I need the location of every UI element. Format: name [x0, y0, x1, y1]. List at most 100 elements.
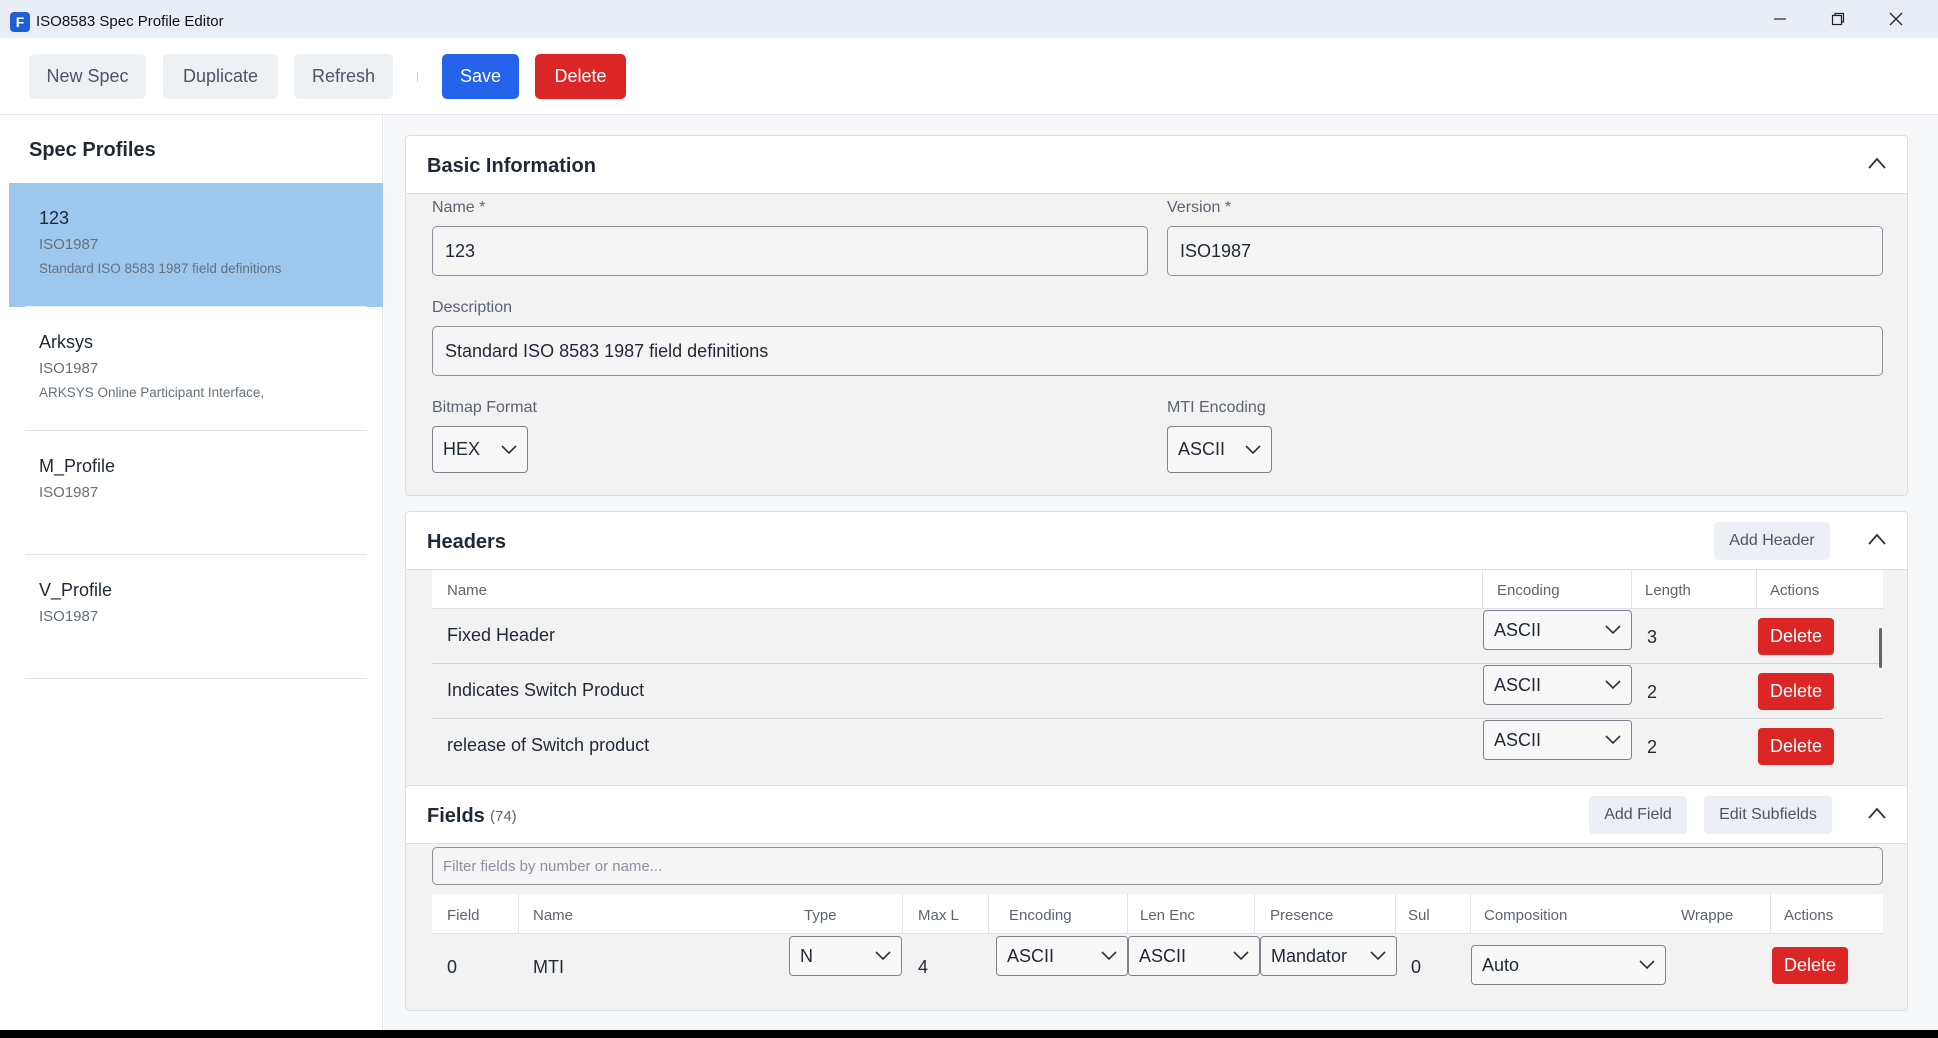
panel-title: Headers — [427, 531, 506, 553]
main-content: Basic Information Name * 123 Version * I… — [384, 115, 1938, 1030]
column-header: Wrappe — [1681, 907, 1734, 924]
column-divider — [1756, 570, 1757, 609]
name-label: Name * — [432, 199, 486, 216]
column-divider — [902, 894, 903, 934]
close-button[interactable] — [1868, 0, 1924, 38]
composition-value: Auto — [1482, 954, 1520, 975]
column-header: Name — [533, 907, 574, 924]
profile-description: Standard ISO 8583 1987 field definitions — [39, 261, 282, 276]
edit-subfields-button[interactable]: Edit Subfields — [1704, 796, 1832, 834]
presence-value: Mandator — [1271, 945, 1348, 966]
mti-encoding-select[interactable]: ASCII — [1167, 426, 1272, 473]
chevron-up-icon[interactable] — [1867, 806, 1887, 820]
table-row[interactable]: release of Switch product ASCII 2 Delete — [432, 719, 1883, 774]
composition-select[interactable]: Auto — [1471, 945, 1666, 985]
encoding-value: ASCII — [1494, 674, 1542, 695]
column-header: Field — [447, 907, 480, 924]
toolbar: New Spec Duplicate Refresh Save Delete — [0, 38, 1938, 115]
name-field[interactable]: 123 — [432, 226, 1148, 276]
type-value: N — [800, 945, 813, 966]
mti-encoding-value: ASCII — [1178, 439, 1226, 459]
headers-scrollbar[interactable] — [1879, 628, 1882, 668]
fields-table-header: Field Name Type Max L Encoding Len Enc P… — [432, 894, 1883, 934]
panel-title: Basic Information — [427, 155, 596, 177]
encoding-select[interactable]: ASCII — [1483, 665, 1632, 705]
panel-header[interactable]: Basic Information — [406, 136, 1907, 194]
length-encoding-select[interactable]: ASCII — [1128, 936, 1260, 976]
column-header: Len Enc — [1140, 907, 1196, 924]
minimize-button[interactable] — [1752, 0, 1808, 38]
table-row[interactable]: 0 MTI N 4 ASCII ASCII Mandator 0 Auto De… — [432, 934, 1883, 1004]
panel-header[interactable]: Headers Add Header — [406, 512, 1907, 570]
chevron-up-icon[interactable] — [1867, 156, 1887, 170]
column-header: Length — [1645, 582, 1691, 599]
delete-field-button[interactable]: Delete — [1772, 947, 1848, 984]
new-spec-button[interactable]: New Spec — [29, 54, 146, 99]
spec-profile-item[interactable]: M_Profile ISO1987 — [9, 431, 383, 555]
refresh-button[interactable]: Refresh — [294, 54, 393, 99]
bitmap-format-label: Bitmap Format — [432, 399, 537, 416]
table-row[interactable]: Indicates Switch Product ASCII 2 Delete — [432, 664, 1883, 719]
spec-profile-item[interactable]: V_Profile ISO1987 — [9, 555, 383, 679]
toolbar-separator — [417, 72, 418, 82]
chevron-up-icon[interactable] — [1867, 532, 1887, 546]
presence-select[interactable]: Mandator — [1260, 936, 1397, 976]
divider — [25, 678, 367, 679]
length-encoding-value: ASCII — [1139, 945, 1187, 966]
bitmap-format-select[interactable]: HEX — [432, 426, 528, 473]
bitmap-format-value: HEX — [443, 439, 481, 459]
duplicate-button[interactable]: Duplicate — [163, 54, 278, 99]
chevron-down-icon — [1639, 960, 1655, 970]
table-row[interactable]: Fixed Header ASCII 3 Delete — [432, 609, 1883, 664]
add-header-button[interactable]: Add Header — [1714, 522, 1830, 560]
save-button[interactable]: Save — [442, 54, 519, 99]
column-header: Actions — [1770, 582, 1820, 599]
column-divider — [1254, 894, 1255, 934]
profile-version: ISO1987 — [39, 236, 99, 253]
filter-fields-input[interactable]: Filter fields by number or name... — [432, 847, 1883, 885]
column-divider — [1395, 894, 1396, 934]
spec-profile-item[interactable]: 123 ISO1987 Standard ISO 8583 1987 field… — [9, 183, 383, 307]
encoding-value: ASCII — [1007, 945, 1055, 966]
description-field[interactable]: Standard ISO 8583 1987 field definitions — [432, 326, 1883, 376]
column-header: Sul — [1408, 907, 1430, 924]
column-header: Presence — [1270, 907, 1334, 924]
header-name: Fixed Header — [447, 625, 556, 645]
encoding-select[interactable]: ASCII — [1483, 610, 1632, 650]
field-number: 0 — [447, 957, 458, 977]
profile-version: ISO1987 — [39, 484, 99, 501]
profile-description: ARKSYS Online Participant Interface, — [39, 385, 265, 400]
spec-profiles-sidebar: Spec Profiles 123 ISO1987 Standard ISO 8… — [9, 115, 383, 1030]
delete-header-button[interactable]: Delete — [1758, 618, 1834, 655]
header-name: release of Switch product — [447, 735, 650, 755]
encoding-value: ASCII — [1494, 619, 1542, 640]
close-icon — [1889, 12, 1903, 26]
column-divider — [1470, 894, 1471, 934]
type-select[interactable]: N — [789, 936, 902, 976]
column-divider — [518, 894, 519, 934]
chevron-down-icon — [1370, 951, 1386, 961]
profile-name: V_Profile — [39, 580, 113, 600]
delete-header-button[interactable]: Delete — [1758, 673, 1834, 710]
profile-version: ISO1987 — [39, 360, 99, 377]
chevron-down-icon — [875, 951, 891, 961]
spec-profile-item[interactable]: Arksys ISO1987 ARKSYS Online Participant… — [9, 307, 383, 431]
column-header: Encoding — [1009, 907, 1072, 924]
version-field[interactable]: ISO1987 — [1167, 226, 1883, 276]
delete-header-button[interactable]: Delete — [1758, 728, 1834, 765]
basic-information-panel: Basic Information Name * 123 Version * I… — [405, 135, 1908, 496]
fields-count: (74) — [490, 808, 517, 825]
encoding-select[interactable]: ASCII — [996, 936, 1128, 976]
description-label: Description — [432, 299, 513, 316]
restore-button[interactable] — [1810, 0, 1866, 38]
delete-button[interactable]: Delete — [535, 54, 626, 99]
column-divider — [1631, 570, 1632, 609]
encoding-select[interactable]: ASCII — [1483, 720, 1632, 760]
panel-header[interactable]: Fields (74) Add Field Edit Subfields — [406, 786, 1907, 844]
mti-encoding-label: MTI Encoding — [1167, 399, 1266, 416]
chevron-down-icon — [1245, 444, 1261, 454]
column-header: Type — [804, 907, 837, 924]
column-header: Composition — [1484, 907, 1568, 924]
profile-name: 123 — [39, 208, 70, 228]
add-field-button[interactable]: Add Field — [1589, 796, 1687, 834]
